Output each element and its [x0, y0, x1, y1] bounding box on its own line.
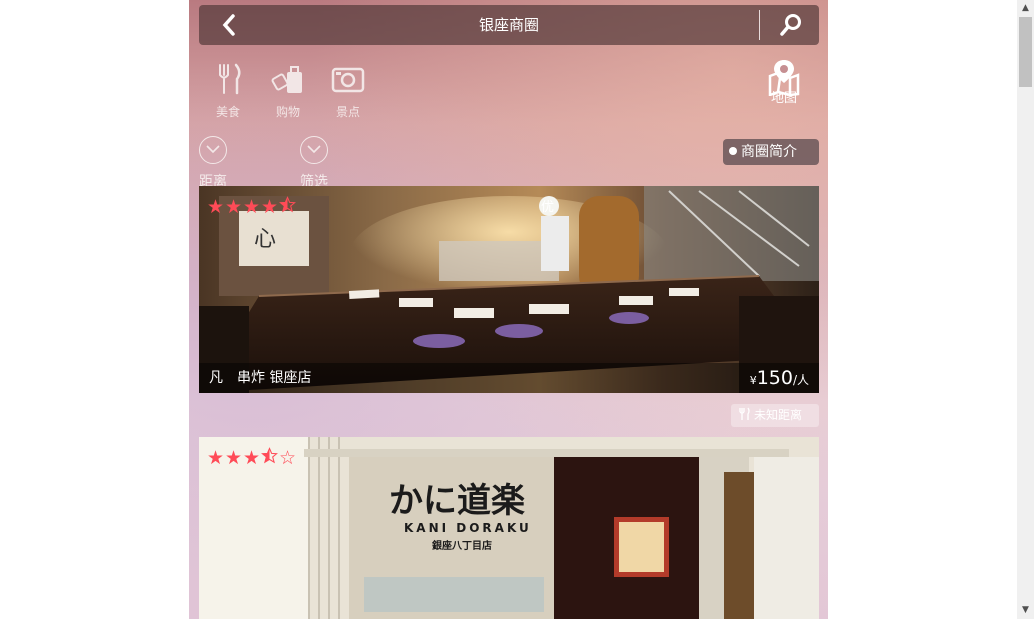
sort-distance-dropdown[interactable]: 距离最近: [199, 136, 231, 220]
app-viewport: 银座商圈 美食 购物 景点 地图 距离 筛选 商圈简介 心 ★★★★ 优 凡 串…: [189, 0, 828, 619]
restaurant-card[interactable]: かに道楽 KANI DORAKU 銀座八丁目店 ★★★ ☆: [199, 437, 819, 619]
star-full-icon: ★: [243, 447, 261, 469]
star-half-icon: [261, 447, 279, 468]
restaurant-photo: 心: [199, 186, 819, 393]
category-label: 景点: [335, 105, 360, 119]
star-full-icon: ★: [261, 196, 279, 218]
star-half-icon: [279, 196, 297, 217]
rating-stars: ★★★★: [207, 196, 297, 218]
luggage-icon: [271, 66, 302, 93]
restaurant-card[interactable]: 心 ★★★★ 优 凡 串炸 银座店 ¥150/人: [199, 186, 819, 393]
star-full-icon: ★: [207, 196, 225, 218]
store-sign-branch: 銀座八丁目店: [432, 539, 492, 552]
chevron-down-icon: [300, 136, 328, 164]
intro-label: 商圈简介: [741, 144, 797, 160]
district-intro-button[interactable]: 商圈简介: [723, 139, 819, 165]
filter-dropdown[interactable]: 筛选: [300, 136, 332, 190]
scrollbar[interactable]: ▲ ▼: [1017, 0, 1034, 619]
scroll-down-arrow[interactable]: ▼: [1017, 602, 1034, 619]
fork-knife-icon: [739, 407, 750, 420]
store-sign: かに道楽: [389, 481, 525, 521]
price: ¥150/人: [750, 363, 809, 393]
star-full-icon: ★: [243, 196, 261, 218]
distance-tag: 未知距离: [731, 404, 819, 427]
camera-icon: [331, 67, 365, 93]
scroll-up-arrow[interactable]: ▲: [1017, 0, 1034, 17]
rating-stars: ★★★ ☆: [207, 447, 297, 469]
svg-text:心: 心: [254, 227, 276, 252]
dot-icon: [729, 147, 737, 155]
card-caption: 凡 串炸 银座店 ¥150/人: [199, 363, 819, 393]
category-label: 购物: [275, 105, 300, 119]
page-title: 银座商圈: [478, 16, 539, 34]
fork-knife-icon: [219, 63, 241, 95]
distance-label: 未知距离: [754, 408, 803, 422]
search-icon: [780, 14, 801, 36]
star-full-icon: ★: [225, 447, 243, 469]
map-label: 地图: [770, 91, 797, 106]
category-shopping[interactable]: 购物: [263, 62, 313, 120]
category-sights[interactable]: 景点: [323, 62, 373, 120]
restaurant-name: 凡 串炸 银座店: [209, 370, 312, 386]
currency-symbol: ¥: [749, 374, 757, 387]
page: 银座商圈 美食 购物 景点 地图 距离 筛选 商圈简介 心 ★★★★ 优 凡 串…: [0, 0, 1034, 619]
store-sign-roman: KANI DORAKU: [404, 521, 532, 535]
map-button[interactable]: 地图: [759, 58, 809, 106]
quality-badge: 优: [541, 200, 555, 215]
star-empty-icon: ☆: [279, 447, 297, 469]
price-unit: /人: [792, 373, 809, 387]
search-button[interactable]: [769, 5, 814, 45]
chevron-down-icon: [199, 136, 227, 164]
star-full-icon: ★: [207, 447, 225, 469]
category-food[interactable]: 美食: [203, 62, 253, 120]
topbar-divider: [759, 10, 760, 40]
price-value: 150: [756, 367, 793, 389]
category-label: 美食: [215, 105, 240, 119]
scroll-thumb[interactable]: [1019, 17, 1032, 87]
star-full-icon: ★: [225, 196, 243, 218]
top-bar: 银座商圈: [199, 5, 819, 45]
